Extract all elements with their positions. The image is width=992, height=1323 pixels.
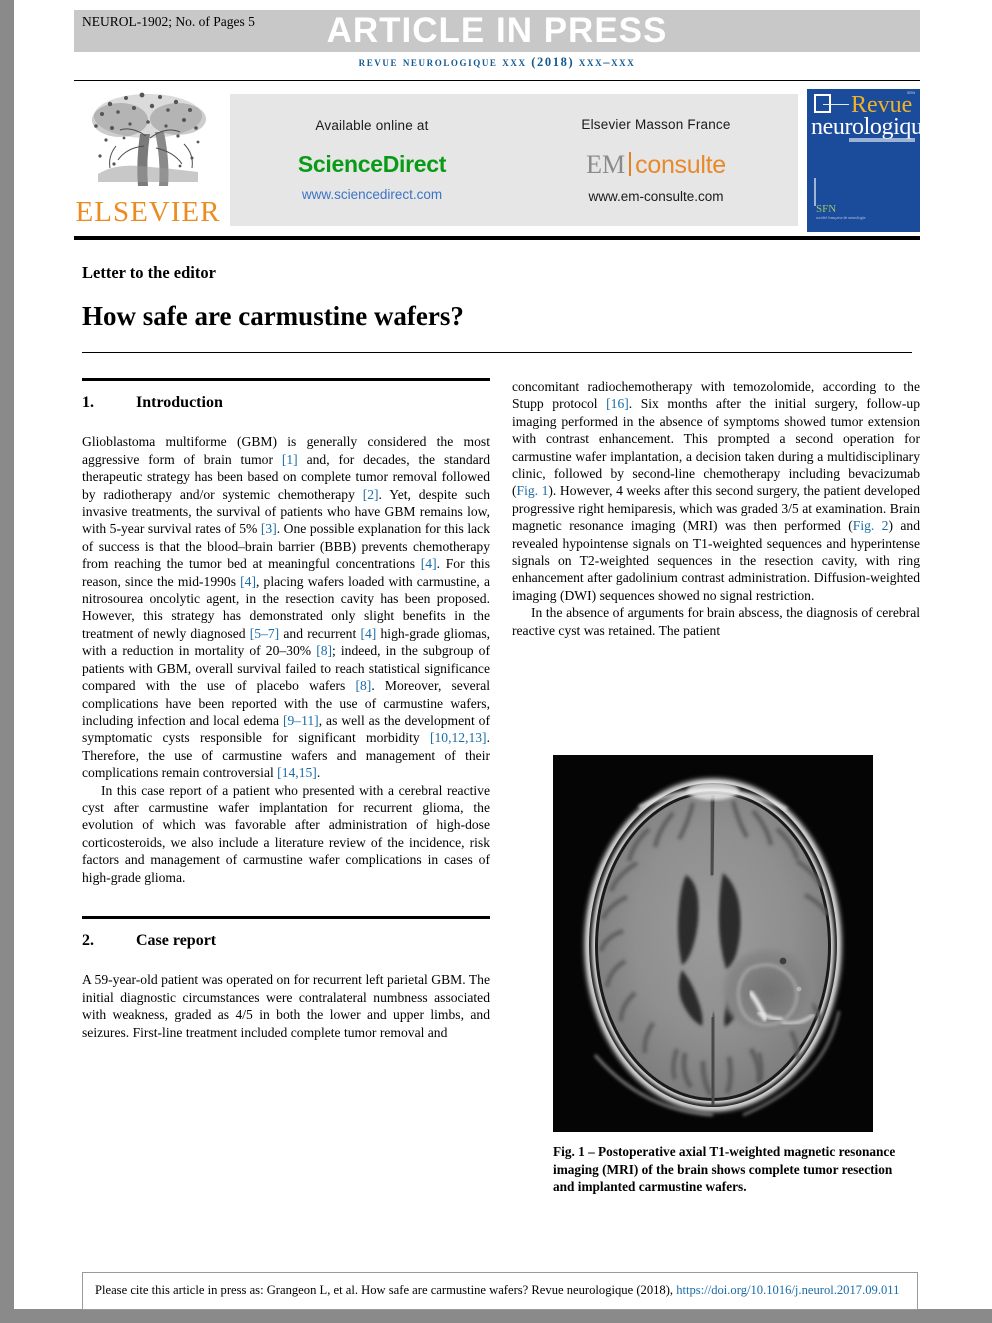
cover-publisher-mark: SFN société française de neurologie [816,203,866,220]
elsevier-masson-label: Elsevier Masson France [581,116,731,132]
citation-ref[interactable]: [16] [606,396,629,411]
availability-banner: Available online at ScienceDirect www.sc… [230,94,798,226]
cover-title-neurologique: neurologique [811,114,920,140]
page-left-edge-bar [0,0,14,1323]
emconsulte-url[interactable]: www.em-consulte.com [588,189,723,204]
emconsulte-logo-prefix: EM [586,149,626,179]
journal-running-head: revue neurologique xxx (2018) xxx–xxx [358,55,636,69]
citation-ref[interactable]: [8] [355,678,371,693]
section-heading-introduction: 1. Introduction [82,394,490,411]
emconsulte-logo-suffix: consulte [635,150,726,179]
paragraph-intro-2: In this case report of a patient who pre… [82,782,490,885]
section-block-case-report: 2. Case report A 59-year-old patient was… [82,915,490,1041]
elsevier-tree-icon [92,92,206,186]
paragraph-right-2: In the absence of arguments for brain ab… [512,605,920,638]
cover-dash-rule [823,104,849,105]
section-number-case-report: 2. [82,931,94,949]
page-title: How safe are carmustine wafers? [82,301,464,331]
paragraph-intro-1: Glioblastoma multiforme (GBM) is general… [82,433,490,781]
elsevier-logo: ELSEVIER [74,84,222,232]
sciencedirect-logo: ScienceDirect [297,151,447,177]
section-number-introduction: 1. [82,394,94,411]
sciencedirect-block: Available online at ScienceDirect www.sc… [230,94,514,226]
article-type-label: Letter to the editor [82,263,216,282]
emconsulte-divider [629,151,632,176]
paragraph-right-1: concomitant radiochemotherapy with temoz… [512,378,920,604]
citation-ref[interactable]: [2] [363,487,379,502]
figure-1: Fig. 1 – Postoperative axial T1-weighted… [553,755,895,1196]
masthead-top-rule [74,80,920,81]
figure-1-caption: Fig. 1 – Postoperative axial T1-weighted… [553,1144,896,1194]
emconsulte-block: Elsevier Masson France EM consulte www.em… [514,94,798,226]
journal-cover-thumbnail: ISSN Revue neurologique SFNsociété franç… [807,86,920,232]
body-column-left: 1. Introduction Glioblastoma multiforme … [82,378,490,1041]
cover-spine-mark [814,178,816,206]
citation-ref[interactable]: [1] [282,452,298,467]
section-title-introduction: Introduction [136,394,223,411]
citation-text: Please cite this article in press as: Gr… [95,1283,677,1297]
elsevier-wordmark: ELSEVIER [75,196,221,228]
citation-ref[interactable]: [9–11] [283,713,319,728]
citation-ref[interactable]: [8] [316,643,332,658]
mri-brain-axial-t1-image [553,755,873,1132]
citation-box: Please cite this article in press as: Gr… [82,1272,918,1310]
cover-subtitle-bar [849,138,915,142]
citation-ref[interactable]: [4] [360,626,376,641]
cover-top-strip [807,86,920,89]
citation-ref[interactable]: [5–7] [250,626,279,641]
text-run: and recurrent [279,625,361,641]
citation-ref[interactable]: [14,15] [277,765,317,780]
page-bottom-edge-bar [0,1309,992,1323]
section-rule-introduction [82,378,490,381]
figure-ref-2[interactable]: Fig. 2 [853,518,889,533]
masthead-bottom-rule [74,236,920,240]
citation-ref[interactable]: [3] [261,521,277,536]
available-online-label: Available online at [315,118,429,133]
figure-ref-1[interactable]: Fig. 1 [517,483,549,498]
emconsulte-logo: EM consulte [586,150,726,180]
title-underline-rule [82,352,912,353]
journal-masthead: ELSEVIER Available online at ScienceDire… [74,84,920,232]
paragraph-case-1: A 59-year-old patient was operated on fo… [82,972,490,1040]
section-title-case-report: Case report [136,931,217,949]
text-run: . [316,765,321,781]
citation-ref[interactable]: [4] [240,574,256,589]
manuscript-id: NEUROL-1902; No. of Pages 5 [82,14,255,29]
article-page: ARTICLE IN PRESS NEUROL-1902; No. of Pag… [0,0,992,1323]
sciencedirect-url[interactable]: www.sciencedirect.com [302,187,442,202]
citation-ref[interactable]: [10,12,13] [430,730,487,745]
body-column-right: concomitant radiochemotherapy with temoz… [512,378,920,639]
citation-doi-link[interactable]: https://doi.org/10.1016/j.neurol.2017.09… [676,1283,899,1297]
section-heading-case-report: 2. Case report [82,932,490,949]
citation-ref[interactable]: [4] [421,556,437,571]
section-rule-case-report [82,915,490,919]
